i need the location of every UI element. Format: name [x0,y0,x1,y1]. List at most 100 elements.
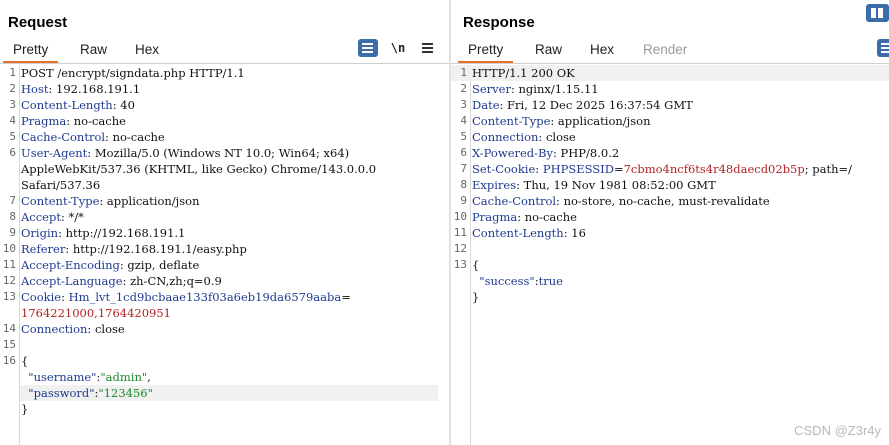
line-text: Date: Fri, 12 Dec 2025 16:37:54 GMT [472,97,693,113]
line-segment: Referer [21,242,66,256]
line-text: Content-Type: application/json [472,113,650,129]
line-segment: Server [472,82,511,96]
line-segment: : Mozilla/5.0 (Windows NT 10.0; Win64; x… [87,146,350,160]
request-line: 3 Content-Length: 40 [0,97,449,113]
line-text: Host: 192.168.191.1 [21,81,140,97]
line-number: 7 [460,162,467,175]
line-segment: : close [538,130,576,144]
request-tab-raw[interactable]: Raw [80,42,107,57]
request-line: 5 Cache-Control: no-cache [0,129,449,145]
line-number: 15 [2,338,16,351]
response-tab-render[interactable]: Render [643,42,687,57]
line-text: Referer: http://192.168.191.1/easy.php [21,241,247,257]
request-title: Request [8,14,68,31]
line-segment: Safari/537.36 [21,178,101,192]
request-editor[interactable]: 1 POST /encrypt/signdata.php HTTP/1.1 2 Hos… [0,65,449,445]
line-segment: : application/json [550,114,651,128]
response-tab-pretty[interactable]: Pretty [457,42,514,63]
line-segment: "123456" [98,386,153,400]
line-segment: Hm_lvt_1cd9bcbaae133f03a6eb19da6579aaba [68,290,342,304]
line-number: 4 [460,114,467,127]
line-text: Connection: close [21,321,125,337]
response-tab-hex[interactable]: Hex [590,42,614,57]
line-segment: : Thu, 19 Nov 1981 08:52:00 GMT [516,178,716,192]
line-number: 11 [2,258,16,271]
line-segment: Content-Type [21,194,100,208]
line-number: 3 [460,98,467,111]
line-segment: 7cbmo4ncf6ts4r48daecd02b5p [623,162,805,176]
response-line: 4 Content-Type: application/json [451,113,889,129]
line-number: 10 [453,210,467,223]
layout-toggle-icon[interactable] [866,4,889,22]
line-segment: Pragma [21,114,67,128]
request-line: 2 Host: 192.168.191.1 [0,81,449,97]
line-text: { [472,257,479,273]
request-menu-icon[interactable] [418,39,438,57]
request-line: 4 Pragma: no-cache [0,113,449,129]
line-segment: : application/json [99,194,200,208]
line-number: 9 [9,226,16,239]
response-editor[interactable]: 1 HTTP/1.1 200 OK 2 Server: nginx/1.15.11 3 D… [451,65,889,445]
request-pane: Request Pretty Raw Hex \n 1 POST /encrypt… [0,0,449,445]
request-line: AppleWebKit/537.36 (KHTML, like Gecko) C… [0,161,449,177]
line-text: HTTP/1.1 200 OK [472,65,575,81]
line-number: 14 [2,322,16,335]
line-number: 7 [9,194,16,207]
line-number: 2 [460,82,467,95]
line-text: Server: nginx/1.15.11 [472,81,599,97]
line-segment: : gzip, deflate [119,258,200,272]
line-text: Origin: http://192.168.191.1 [21,225,185,241]
request-tab-pretty[interactable]: Pretty [2,42,59,63]
response-tabs: Pretty Raw Hex Render [451,39,889,64]
line-segment: 1764221000,1764420951 [21,306,171,320]
line-number: 11 [453,226,467,239]
line-number: 5 [460,130,467,143]
line-number: 6 [460,146,467,159]
line-segment: "password" [21,386,95,400]
response-line: 11 Content-Length: 16 [451,225,889,241]
request-wrap-lines-icon[interactable] [358,39,378,57]
request-tab-hex[interactable]: Hex [135,42,159,57]
request-line: 12 Accept-Language: zh-CN,zh;q=0.9 [0,273,449,289]
request-newline-toggle-icon[interactable]: \n [388,39,408,57]
line-segment: AppleWebKit/537.36 (KHTML, like Gecko) C… [21,162,377,176]
response-wrap-lines-icon[interactable] [877,39,889,57]
line-number: 10 [2,242,16,255]
line-number: 5 [9,130,16,143]
line-segment: = [341,290,351,304]
response-line: 13 { [451,257,889,273]
response-line: 8 Expires: Thu, 19 Nov 1981 08:52:00 GMT [451,177,889,193]
line-segment: Origin [21,226,59,240]
response-line: 7 Set-Cookie: PHPSESSID=7cbmo4ncf6ts4r48d… [451,161,889,177]
response-tab-raw[interactable]: Raw [535,42,562,57]
watermark: CSDN @Z3r4y [794,423,881,438]
line-number: 13 [2,290,16,303]
line-segment: "admin" [100,370,148,384]
line-segment: } [472,290,480,304]
line-segment: : zh-CN,zh;q=0.9 [122,274,222,288]
line-segment: PHPSESSID [542,162,614,176]
line-number: 12 [453,242,467,255]
request-line: 14 Connection: close [0,321,449,337]
line-segment: : http://192.168.191.1 [58,226,186,240]
line-segment: : */* [60,210,84,224]
line-text: Content-Length: 16 [472,225,586,241]
line-text: Pragma: no-cache [21,113,126,129]
line-segment: Content-Length [472,226,564,240]
line-text: Cache-Control: no-store, no-cache, must-… [472,193,770,209]
line-segment: HTTP/1.1 200 OK [472,66,575,80]
line-segment: } [21,402,29,416]
line-segment: User-Agent [21,146,88,160]
line-number: 8 [460,178,467,191]
line-number: 12 [2,274,16,287]
response-line: 10 Pragma: no-cache [451,209,889,225]
line-number: 2 [9,82,16,95]
line-number: 6 [9,146,16,159]
request-line: 6 User-Agent: Mozilla/5.0 (Windows NT 10.… [0,145,449,161]
line-segment: Accept [21,210,61,224]
line-segment: Host [21,82,49,96]
line-text: "username":"admin", [21,369,151,385]
line-segment: { [21,354,29,368]
line-text: AppleWebKit/537.36 (KHTML, like Gecko) C… [21,161,376,177]
line-segment: Connection [472,130,539,144]
